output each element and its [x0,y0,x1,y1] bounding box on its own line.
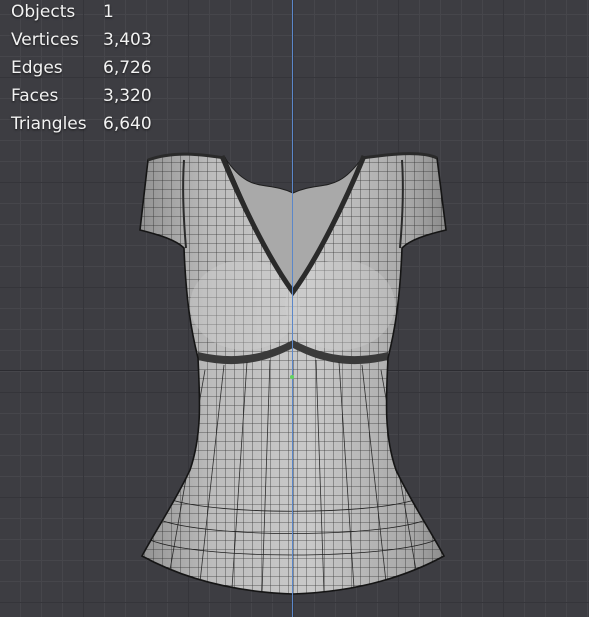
stat-row-faces: Faces 3,320 [11,82,152,110]
stat-row-edges: Edges 6,726 [11,54,152,82]
stat-row-objects: Objects 1 [11,0,152,26]
stat-label: Triangles [11,114,87,134]
stat-label: Objects [11,2,76,22]
z-axis-line [292,0,293,617]
stat-label: Vertices [11,30,79,50]
stat-value: 1 [103,2,114,22]
stat-label: Edges [11,58,63,78]
object-origin [290,375,294,379]
stat-value: 3,320 [103,86,152,106]
stat-row-vertices: Vertices 3,403 [11,26,152,54]
stat-value: 3,403 [103,30,152,50]
stat-label: Faces [11,86,59,106]
3d-viewport[interactable]: Objects 1 Vertices 3,403 Edges 6,726 Fac… [0,0,589,617]
stat-row-triangles: Triangles 6,640 [11,110,152,138]
stat-value: 6,726 [103,58,152,78]
stat-value: 6,640 [103,114,152,134]
statistics-overlay: Objects 1 Vertices 3,403 Edges 6,726 Fac… [11,0,152,138]
